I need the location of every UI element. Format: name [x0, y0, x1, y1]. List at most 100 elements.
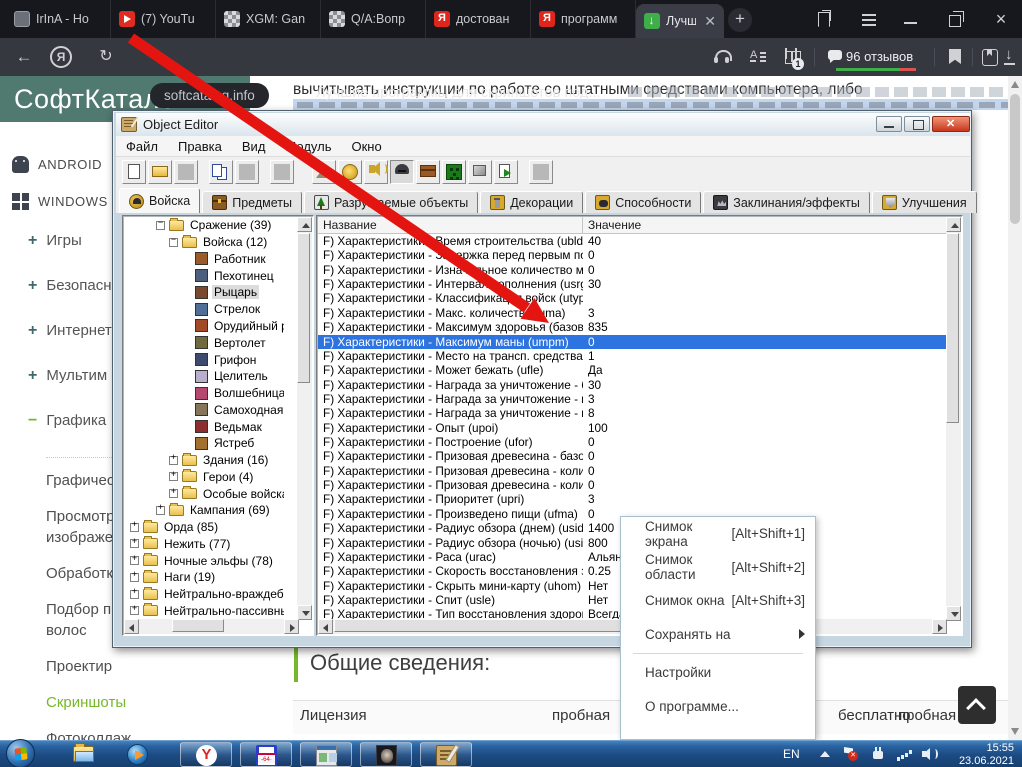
property-row[interactable]: F) Характеристики - Призовая древесина -…	[318, 449, 948, 463]
collections-icon[interactable]	[980, 46, 1000, 68]
browser-tab[interactable]: Лучши ✕	[636, 4, 724, 38]
taskbar-button[interactable]	[180, 742, 232, 767]
minimize-button[interactable]	[876, 116, 902, 132]
toolbar-button[interactable]	[174, 160, 198, 184]
reviews-bubble-icon[interactable]	[826, 46, 844, 68]
property-row[interactable]: F) Характеристики - Опыт (upoi) 100	[318, 421, 948, 435]
tree-item[interactable]: − Сражение (39)	[124, 217, 284, 234]
editor-tab[interactable]: Улучшения	[871, 191, 977, 213]
browser-tab[interactable]: программ	[531, 0, 636, 38]
context-menu-item[interactable]: Сохранять на	[621, 618, 815, 652]
tree-item[interactable]: + Нейтрально-пассивные	[124, 603, 284, 620]
expand-toggle-icon[interactable]: +	[130, 520, 139, 532]
column-header-value[interactable]: Значение	[583, 217, 948, 233]
network-signal-icon[interactable]	[896, 746, 914, 763]
taskbar-button[interactable]	[300, 742, 352, 767]
toolbar-button[interactable]	[270, 160, 294, 184]
context-menu-item[interactable]: Снимок экрана [Alt+Shift+1]	[621, 517, 815, 551]
editor-tab[interactable]: Способности	[585, 191, 702, 213]
tree-item[interactable]: Целитель	[124, 368, 284, 385]
editor-tab[interactable]: Предметы	[202, 191, 302, 213]
tree-item[interactable]: + Наги (19)	[124, 569, 284, 586]
page-scrollbar[interactable]	[1008, 76, 1022, 740]
scrollbar-thumb[interactable]	[172, 619, 224, 632]
expand-toggle-icon[interactable]: +	[169, 453, 178, 465]
toolbar-button[interactable]	[312, 160, 336, 184]
bookmark-flag-icon[interactable]	[946, 46, 964, 68]
scrollbar-thumb[interactable]	[1010, 94, 1020, 224]
list-vertical-scrollbar[interactable]	[946, 217, 961, 621]
tree-item[interactable]: + Кампания (69)	[124, 502, 284, 519]
tree-item[interactable]: Вертолет	[124, 334, 284, 351]
browser-menu-icon[interactable]	[858, 9, 880, 29]
scroll-left-button[interactable]	[318, 619, 333, 634]
address-page-title[interactable]: Лучшие программы для скриншотов под...	[316, 85, 600, 101]
maximize-button[interactable]	[904, 116, 930, 132]
refresh-button[interactable]: ↻	[94, 46, 118, 68]
power-plug-icon[interactable]	[870, 746, 888, 763]
scrollbar-down-icon[interactable]	[1011, 728, 1019, 735]
browser-restore-button[interactable]	[946, 9, 968, 29]
menu-item[interactable]: Модуль	[275, 139, 341, 154]
browser-tab[interactable]: (7) YouTu	[111, 0, 216, 38]
scrollbar-thumb[interactable]	[297, 233, 310, 383]
browser-tab[interactable]: Q/A:Вопр	[321, 0, 426, 38]
tree-item[interactable]: Пехотинец	[124, 267, 284, 284]
toolbar-button[interactable]	[148, 160, 172, 184]
tree-item[interactable]: + Нейтрально-враждебны	[124, 586, 284, 603]
toolbar-button[interactable]	[468, 160, 492, 184]
expand-toggle-icon[interactable]: +	[169, 469, 178, 482]
tree-item[interactable]: Рыцарь	[124, 284, 284, 301]
context-menu-item[interactable]: Настройки	[621, 656, 815, 690]
property-row[interactable]: F) Характеристики - Изначальное количест…	[318, 263, 948, 277]
toolbar-button[interactable]	[209, 160, 233, 184]
property-row[interactable]: F) Характеристики - Построение (ufor) 0	[318, 435, 948, 449]
property-row[interactable]: F) Характеристики - Макс. количество (um…	[318, 306, 948, 320]
tree-item[interactable]: Ястреб	[124, 435, 284, 452]
toolbar-button[interactable]	[235, 160, 259, 184]
scrollbar-thumb[interactable]	[946, 233, 959, 423]
bookmarks-panel-icon[interactable]	[814, 9, 836, 29]
menu-item[interactable]: Окно	[342, 139, 392, 154]
menu-item[interactable]: Файл	[116, 139, 168, 154]
expand-sign-icon[interactable]: +	[28, 367, 37, 385]
scrollbar-up-icon[interactable]	[1011, 81, 1019, 88]
editor-tab[interactable]: Войска	[119, 188, 201, 213]
tree-item[interactable]: Грифон	[124, 351, 284, 368]
tree-item[interactable]: + Герои (4)	[124, 468, 284, 485]
property-row[interactable]: F) Характеристики - Награда за уничтожен…	[318, 406, 948, 420]
property-row[interactable]: F) Характеристики - Место на трансп. сре…	[318, 349, 948, 363]
scroll-right-button[interactable]	[284, 619, 299, 634]
address-domain[interactable]: softcatalog.info	[150, 83, 269, 108]
tree-item[interactable]: Работник	[124, 251, 284, 268]
taskbar-button[interactable]	[240, 742, 292, 767]
editor-tab[interactable]: Разрушаемые объекты	[303, 191, 479, 213]
toolbar-button[interactable]	[122, 160, 146, 184]
toolbar-button[interactable]	[338, 160, 362, 184]
sidebar-subitem[interactable]: Проектир	[46, 656, 130, 677]
browser-close-button[interactable]: ×	[990, 9, 1012, 29]
start-button[interactable]	[6, 739, 35, 767]
tree-item[interactable]: − Войска (12)	[124, 234, 284, 251]
tree-item[interactable]: Орудийный р	[124, 318, 284, 335]
scroll-down-button[interactable]	[946, 606, 961, 621]
property-row[interactable]: F) Характеристики - Классификация войск …	[318, 291, 948, 305]
tree-item[interactable]: + Особые войска (	[124, 485, 284, 502]
expand-toggle-icon[interactable]: +	[169, 486, 178, 499]
language-indicator[interactable]: EN	[783, 747, 800, 761]
property-row[interactable]: F) Характеристики - Награда за уничтожен…	[318, 378, 948, 392]
expand-toggle-icon[interactable]: +	[130, 536, 139, 549]
property-row[interactable]: F) Характеристики - Максимум здоровья (б…	[318, 320, 948, 334]
tree-vertical-scrollbar[interactable]	[297, 217, 312, 620]
scroll-up-button[interactable]	[297, 217, 312, 232]
expand-toggle-icon[interactable]: +	[130, 553, 139, 566]
tree-item[interactable]: + Ночные эльфы (78)	[124, 552, 284, 569]
menu-item[interactable]: Вид	[232, 139, 276, 154]
property-row[interactable]: F) Характеристики - Приоритет (upri) 3	[318, 492, 948, 506]
expand-toggle-icon[interactable]: +	[130, 587, 139, 599]
property-row[interactable]: F) Характеристики - Награда за уничтожен…	[318, 392, 948, 406]
expand-sign-icon[interactable]: +	[28, 232, 37, 250]
expand-sign-icon[interactable]: +	[28, 322, 37, 340]
headphones-icon[interactable]	[712, 46, 732, 68]
property-row[interactable]: F) Характеристики - Максимум маны (umpm)…	[318, 334, 948, 349]
